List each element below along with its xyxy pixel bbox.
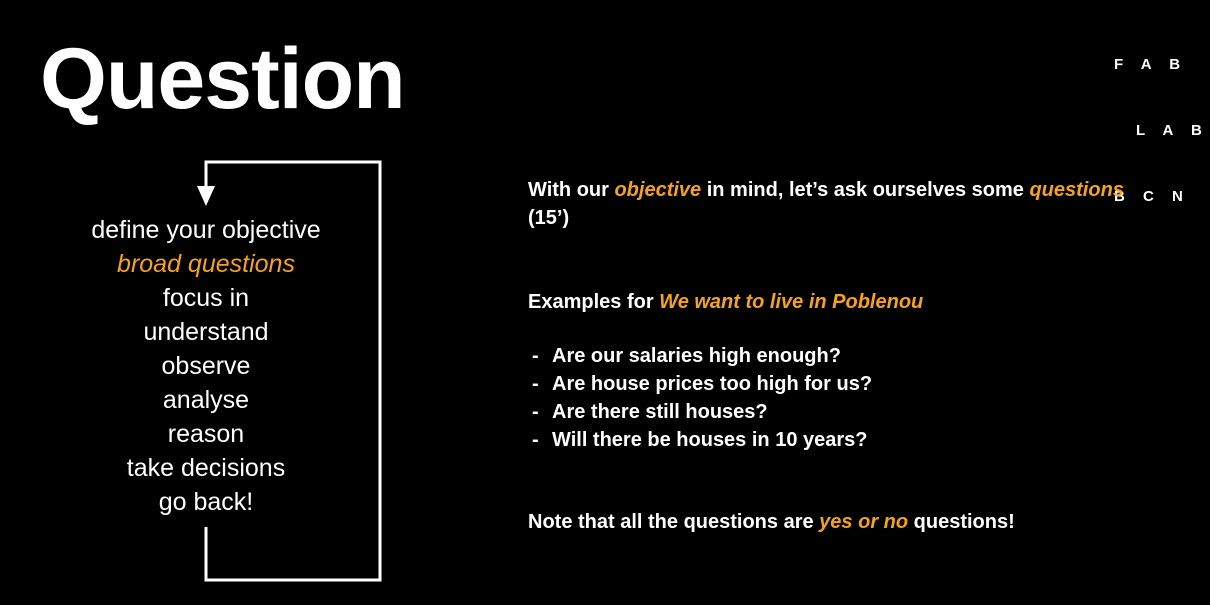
- logo-line-2: L A B: [1136, 122, 1209, 139]
- slide-title: Question: [40, 31, 406, 127]
- step-understand: understand: [143, 318, 269, 346]
- note-prefix: Note that all the questions are: [528, 511, 820, 533]
- process-steps: define your objective broad questions fo…: [56, 213, 356, 519]
- list-item: Will there be houses in 10 years?: [528, 426, 1148, 454]
- intro-part-1: With our: [528, 179, 615, 201]
- intro-part-3: (15’): [528, 207, 570, 229]
- examples-accent: We want to live in Poblenou: [659, 291, 924, 313]
- content-panel: With our objective in mind, let’s ask ou…: [528, 176, 1148, 536]
- intro-text: With our objective in mind, let’s ask ou…: [528, 176, 1148, 232]
- step-reason: reason: [167, 420, 245, 448]
- step-observe: observe: [161, 352, 251, 380]
- examples-heading: Examples for We want to live in Poblenou: [528, 288, 1148, 316]
- step-define-objective: define your objective: [91, 216, 321, 244]
- step-focus-in: focus in: [162, 284, 250, 312]
- step-take-decisions: take decisions: [126, 454, 286, 482]
- note-text: Note that all the questions are yes or n…: [528, 508, 1148, 536]
- intro-part-2: in mind, let’s ask ourselves some: [701, 179, 1030, 201]
- intro-accent-objective: objective: [614, 179, 702, 201]
- questions-list: Are our salaries high enough? Are house …: [528, 342, 1148, 454]
- step-go-back: go back!: [158, 488, 254, 516]
- logo-line-1: F A B: [1114, 56, 1188, 73]
- arrow-down-icon: [197, 186, 215, 206]
- list-item: Are house prices too high for us?: [528, 370, 1148, 398]
- step-broad-questions: broad questions: [117, 250, 295, 278]
- intro-accent-questions: questions: [1029, 179, 1124, 201]
- note-accent: yes or no: [819, 511, 909, 533]
- list-item: Are our salaries high enough?: [528, 342, 1148, 370]
- examples-prefix: Examples for: [528, 291, 660, 313]
- note-suffix: questions!: [908, 511, 1015, 533]
- step-analyse: analyse: [162, 386, 250, 414]
- list-item: Are there still houses?: [528, 398, 1148, 426]
